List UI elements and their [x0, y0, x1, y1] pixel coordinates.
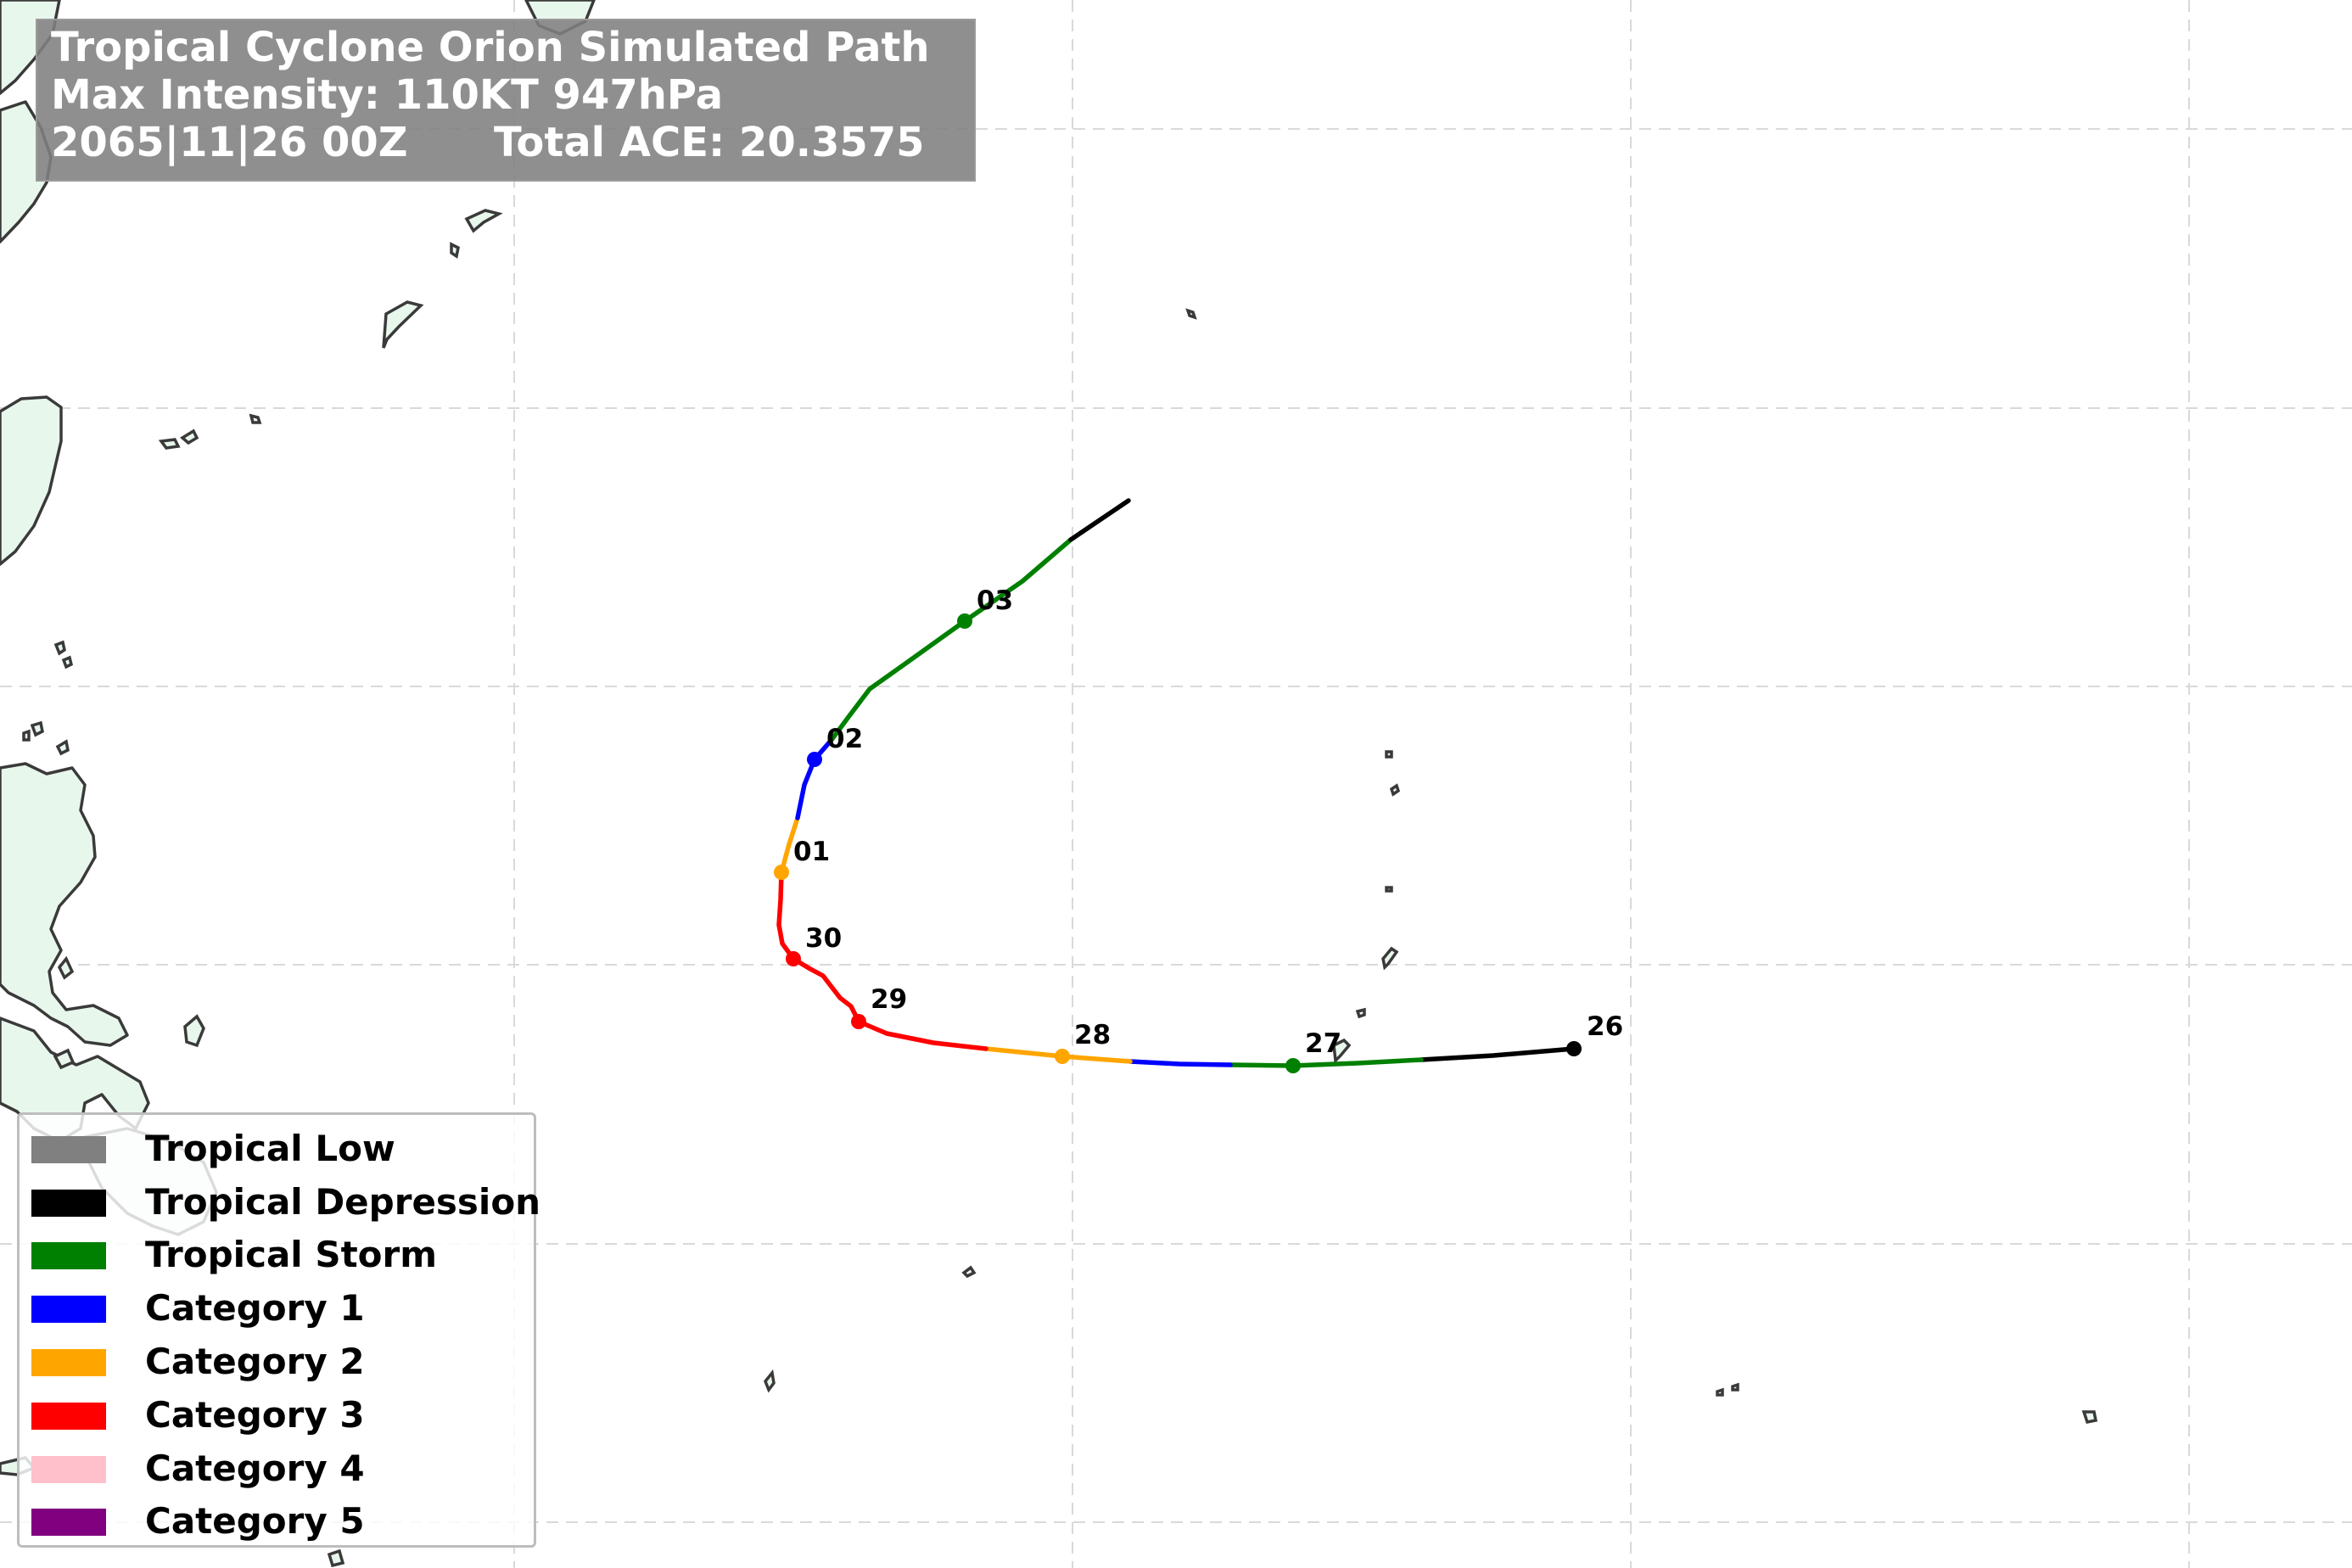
position-marker-day-29: [851, 1014, 866, 1029]
islet-pacific-4: [1385, 886, 1393, 893]
track-segment-tropical-depression: [1068, 498, 1131, 542]
islet-bottom-2: [327, 1548, 345, 1568]
legend-label: Category 4: [145, 1448, 365, 1489]
legend-label: Category 2: [145, 1341, 365, 1382]
position-marker-day-01: [774, 865, 789, 880]
daily-position-markers: 26 27 28 29 30 01 02 03: [774, 585, 1623, 1073]
position-marker-day-02: [807, 752, 822, 767]
track-segment-category-1: [1128, 1059, 1233, 1067]
islet-phil-7: [22, 729, 31, 742]
position-marker-day-30: [786, 951, 801, 966]
legend-label: Tropical Low: [145, 1128, 395, 1169]
islet-phil-5: [61, 655, 74, 669]
legend-swatch: [31, 1136, 106, 1163]
position-marker-day-26: [1566, 1041, 1582, 1056]
day-label-27: 27: [1305, 1028, 1341, 1059]
position-marker-day-28: [1055, 1049, 1070, 1064]
islet-phil-1: [183, 1014, 205, 1048]
title-panel: Tropical Cyclone Orion Simulated Path Ma…: [36, 19, 976, 182]
islet-pacific-3: [1389, 783, 1401, 797]
legend-swatch: [31, 1509, 106, 1536]
islet-pacific-7: [961, 1265, 977, 1279]
islet-ryukyu-1: [464, 209, 503, 233]
islet-phil-8: [55, 739, 70, 756]
islet-ryukyu-5: [180, 428, 199, 445]
islet-pacific-9: [1731, 1382, 1739, 1392]
position-marker-day-03: [957, 613, 972, 629]
islet-pacific-10: [2081, 1410, 2098, 1425]
track-segment-category-3: [776, 870, 988, 1051]
track-segment-tropical-storm: [829, 537, 1073, 742]
landmass-luzon: [0, 762, 129, 1047]
islet-ryukyu-3: [382, 300, 424, 349]
islet-ryukyu-4: [158, 438, 181, 450]
position-marker-day-27: [1285, 1058, 1301, 1073]
track-segment-tropical-depression: [1419, 1046, 1576, 1062]
islet-pacific-8: [1716, 1387, 1724, 1397]
legend-label: Category 5: [145, 1500, 365, 1542]
legend-swatch: [31, 1296, 106, 1323]
max-intensity-text: Max Intensity: 110KT 947hPa: [51, 71, 724, 119]
legend-label: Category 3: [145, 1394, 365, 1436]
islet-phil-3: [57, 955, 75, 980]
islet-pacific-2: [1385, 750, 1393, 759]
islet-ryukyu-6: [249, 413, 262, 424]
day-label-02: 02: [826, 724, 863, 754]
islet-pacific-6: [1355, 1007, 1366, 1019]
legend-swatch: [31, 1403, 106, 1430]
track-segment-tropical-storm: [1228, 1057, 1424, 1068]
legend-swatch: [31, 1190, 106, 1217]
islet-phil-4: [53, 640, 66, 656]
storm-title: Tropical Cyclone Orion Simulated Path: [51, 24, 930, 71]
day-label-01: 01: [793, 837, 830, 867]
landmass-taiwan: [0, 395, 63, 566]
legend-swatch: [31, 1242, 106, 1269]
islet-pacific-1: [1185, 308, 1197, 320]
intensity-legend: Tropical Low Tropical Depression Tropica…: [17, 1112, 540, 1548]
islet-ryukyu-2: [450, 242, 460, 259]
legend-label: Category 1: [145, 1287, 365, 1329]
legend-label: Tropical Storm: [145, 1234, 437, 1275]
legend-swatch: [31, 1349, 106, 1376]
day-label-03: 03: [977, 585, 1013, 616]
day-label-28: 28: [1074, 1020, 1111, 1050]
start-date-text: 2065|11|26 00Z: [51, 119, 408, 166]
day-label-29: 29: [871, 984, 907, 1015]
total-ace-text: Total ACE: 20.3575: [494, 119, 925, 166]
legend-swatch: [31, 1456, 106, 1483]
day-label-30: 30: [805, 923, 842, 954]
islet-phil-6: [30, 720, 44, 737]
legend-label: Tropical Depression: [145, 1181, 541, 1223]
islet-palau: [763, 1369, 776, 1393]
day-label-26: 26: [1587, 1011, 1623, 1042]
cyclone-track: [776, 498, 1576, 1068]
